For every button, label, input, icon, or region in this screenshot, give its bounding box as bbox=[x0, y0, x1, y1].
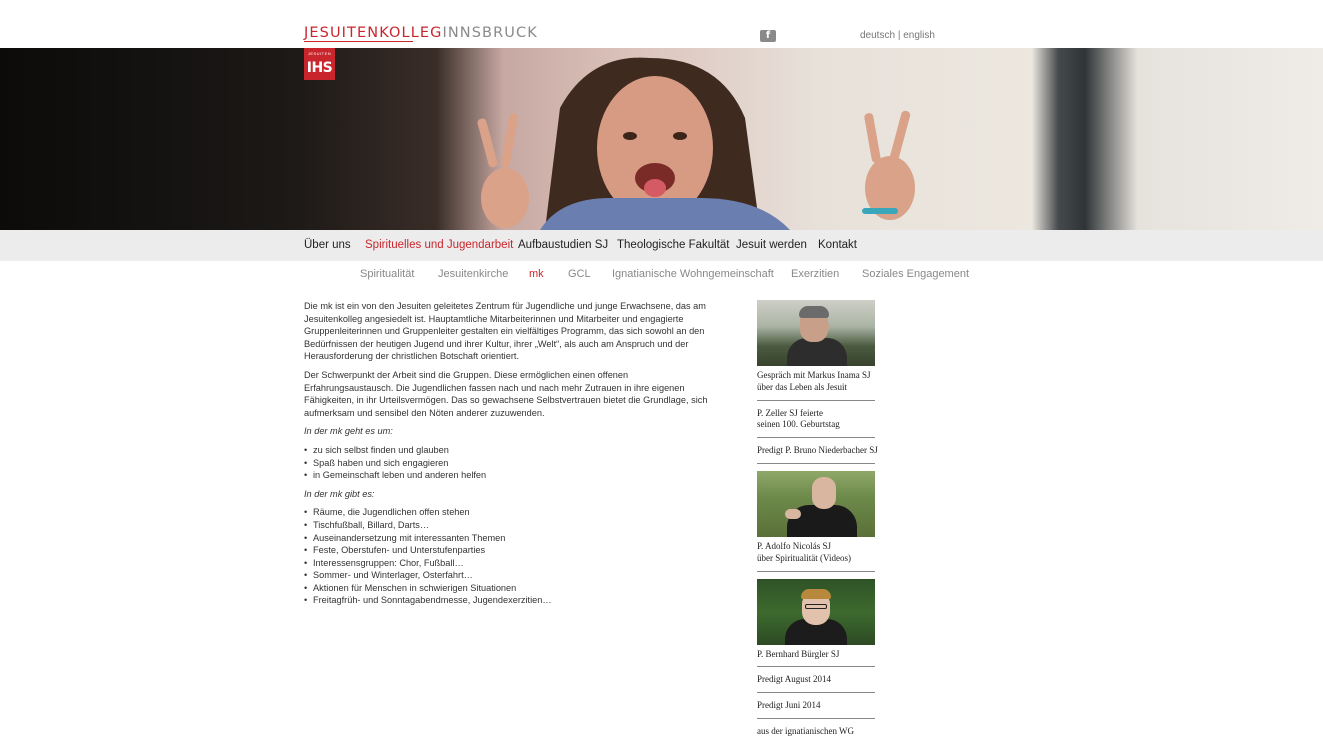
sidebar-item-subtitle: über das Leben als Jesuit bbox=[757, 381, 847, 392]
ihs-badge-caption: JESUITEN bbox=[307, 51, 332, 56]
sidebar-item-predigt-juni[interactable]: Predigt Juni 2014 bbox=[757, 700, 887, 719]
portrait-photo bbox=[757, 300, 875, 366]
sidebar-item-zeller[interactable]: P. Zeller SJ feierte seinen 100. Geburts… bbox=[757, 408, 887, 439]
sidebar-item-title: Gespräch mit Markus Inama SJ bbox=[757, 370, 871, 380]
sidebar-item-title: Predigt Juni 2014 bbox=[757, 700, 821, 711]
sidebar-item-title: P. Bernhard Bürgler SJ bbox=[757, 648, 840, 659]
sidebar-item-title: P. Zeller SJ feierte bbox=[757, 407, 823, 418]
facebook-icon[interactable]: f bbox=[760, 30, 776, 42]
list-item: Interessensgruppen: Chor, Fußball… bbox=[304, 557, 716, 570]
portrait-photo bbox=[757, 470, 875, 537]
about-list: zu sich selbst finden und glauben Spaß h… bbox=[304, 444, 716, 482]
sidebar-item-niederbacher[interactable]: Predigt P. Bruno Niederbacher SJ bbox=[757, 445, 887, 464]
list-item: Auseinandersetzung mit interessanten The… bbox=[304, 532, 716, 545]
subnav-soziales-engagement[interactable]: Soziales Engagement bbox=[862, 268, 969, 280]
nav-spirituelles-und-jugendarbeit[interactable]: Spirituelles und Jugendarbeit bbox=[365, 239, 513, 251]
lang-english-link[interactable]: english bbox=[903, 30, 935, 41]
intro-paragraph: Die mk ist ein von den Jesuiten geleitet… bbox=[304, 301, 706, 362]
list-item: Spaß haben und sich engagieren bbox=[304, 457, 716, 470]
divider bbox=[757, 692, 875, 694]
sidebar-item-title: Predigt August 2014 bbox=[757, 674, 832, 685]
subnav-spiritualitaet[interactable]: Spiritualität bbox=[360, 268, 414, 280]
hero-banner-image bbox=[0, 48, 1323, 230]
subnav-mk[interactable]: mk bbox=[529, 268, 544, 280]
sidebar-news: Gespräch mit Markus Inama SJ über das Le… bbox=[757, 300, 887, 745]
sidebar-item-title: aus der ignatianischen WG bbox=[757, 725, 855, 736]
logo-underline bbox=[304, 41, 413, 42]
sidebar-item-buergler[interactable]: P. Bernhard Bürgler SJ bbox=[757, 578, 887, 668]
divider bbox=[757, 717, 875, 719]
sidebar-item-subtitle: seinen 100. Geburtstag bbox=[757, 419, 840, 430]
list-item: zu sich selbst finden und glauben bbox=[304, 444, 716, 457]
sidebar-item-title: P. Adolfo Nicolás SJ bbox=[757, 540, 832, 551]
nav-kontakt[interactable]: Kontakt bbox=[818, 239, 857, 251]
ihs-badge-text: IHS bbox=[306, 60, 333, 76]
main-content: Die mk ist ein von den Jesuiten geleitet… bbox=[304, 300, 716, 613]
language-switcher: deutsch | english bbox=[860, 30, 935, 41]
subnav-ignatianische-wohngemeinschaft[interactable]: Ignatianische Wohngemeinschaft bbox=[612, 268, 774, 280]
nav-jesuit-werden[interactable]: Jesuit werden bbox=[736, 239, 807, 251]
divider bbox=[757, 666, 875, 668]
list-item: Räume, die Jugendlichen offen stehen bbox=[304, 506, 716, 519]
sidebar-item-inama[interactable]: Gespräch mit Markus Inama SJ über das Le… bbox=[757, 300, 887, 401]
list-item: Sommer- und Winterlager, Osterfahrt… bbox=[304, 569, 716, 582]
nav-aufbaustudien[interactable]: Aufbaustudien SJ bbox=[518, 239, 608, 251]
subnav-gcl[interactable]: GCL bbox=[568, 268, 591, 280]
ihs-logo-badge: JESUITEN IHS bbox=[304, 48, 335, 80]
lang-separator: | bbox=[897, 30, 901, 41]
divider bbox=[757, 462, 875, 464]
divider bbox=[757, 399, 875, 401]
list-heading-about: In der mk geht es um: bbox=[304, 426, 393, 437]
sidebar-item-nicolas[interactable]: P. Adolfo Nicolás SJ über Spiritualität … bbox=[757, 470, 887, 572]
sidebar-item-title: Predigt P. Bruno Niederbacher SJ bbox=[757, 445, 878, 456]
sidebar-item-subtitle: über Spiritualität (Videos) bbox=[757, 552, 851, 563]
list-item: in Gemeinschaft leben und anderen helfen bbox=[304, 469, 716, 482]
nav-theologische-fakultaet[interactable]: Theologische Fakultät bbox=[617, 239, 730, 251]
main-navigation: Über uns Spirituelles und Jugendarbeit A… bbox=[0, 230, 1323, 261]
subnav-jesuitenkirche[interactable]: Jesuitenkirche bbox=[438, 268, 508, 280]
logo-text-secondary: INNSBRUCK bbox=[442, 25, 538, 41]
list-item: Aktionen für Menschen in schwierigen Sit… bbox=[304, 582, 716, 595]
sidebar-item-predigt-august[interactable]: Predigt August 2014 bbox=[757, 674, 887, 694]
subnav-exerzitien[interactable]: Exerzitien bbox=[791, 268, 839, 280]
focus-paragraph: Der Schwerpunkt der Arbeit sind die Grup… bbox=[304, 369, 708, 418]
list-item: Freitagfrüh- und Sonntagabendmesse, Juge… bbox=[304, 594, 716, 607]
divider bbox=[757, 570, 875, 572]
nav-ueber-uns[interactable]: Über uns bbox=[304, 239, 351, 251]
list-item: Tischfußball, Billard, Darts… bbox=[304, 519, 716, 532]
hero-photo bbox=[477, 57, 915, 230]
top-header bbox=[0, 0, 1323, 48]
sidebar-item-wg[interactable]: aus der ignatianischen WG bbox=[757, 726, 887, 738]
list-item: Feste, Oberstufen- und Unterstufenpartie… bbox=[304, 544, 716, 557]
lang-deutsch-link[interactable]: deutsch bbox=[860, 30, 895, 41]
divider bbox=[757, 437, 875, 439]
list-heading-offers: In der mk gibt es: bbox=[304, 488, 375, 499]
offers-list: Räume, die Jugendlichen offen stehen Tis… bbox=[304, 506, 716, 607]
logo-text-primary: JESUITENKOLLEG bbox=[304, 25, 443, 41]
site-logo[interactable]: JESUITENKOLLEGINNSBRUCK bbox=[304, 25, 538, 41]
portrait-photo bbox=[757, 578, 875, 645]
